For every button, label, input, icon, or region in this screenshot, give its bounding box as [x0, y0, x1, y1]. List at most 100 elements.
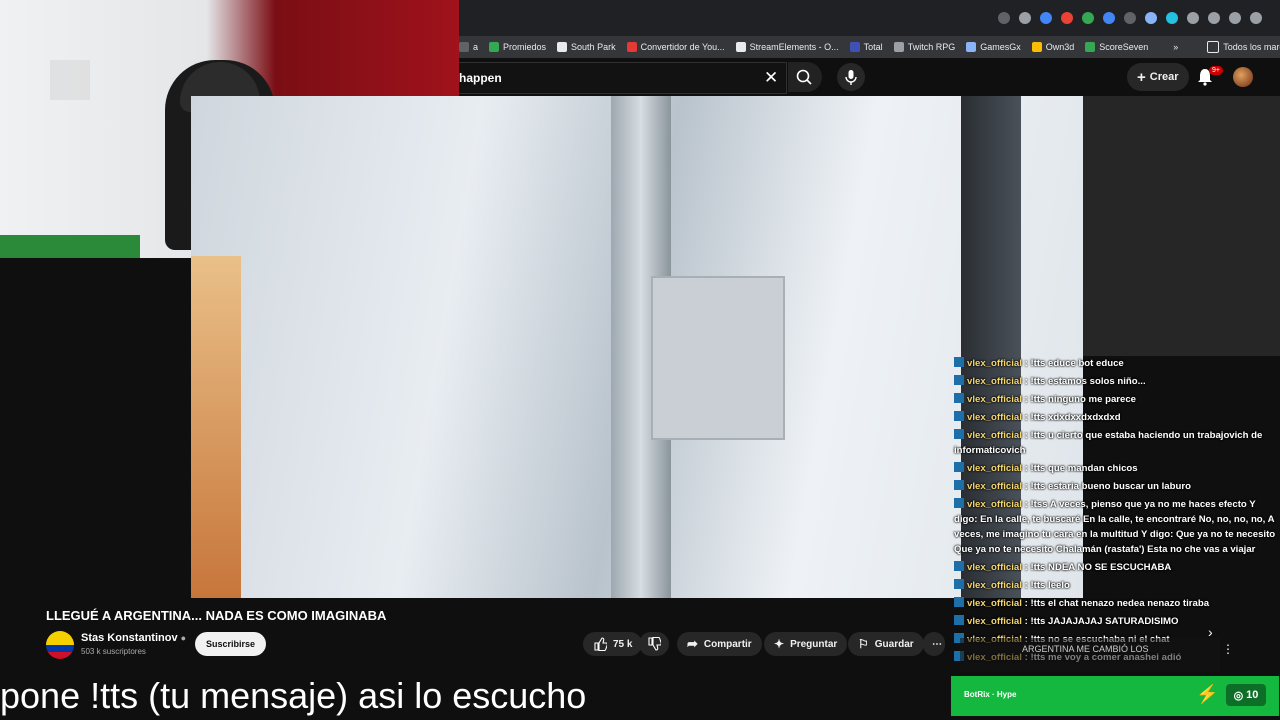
- coin-icon: ◎: [1233, 689, 1244, 702]
- chat-text: !tts leelo: [1030, 580, 1070, 591]
- bookmark-item[interactable]: GamesGx: [966, 42, 1021, 52]
- chat-badge-icon: [954, 462, 964, 472]
- bookmarks-overflow-icon[interactable]: »: [1173, 42, 1178, 52]
- chat-text: !tts que mandan chicos: [1030, 463, 1138, 474]
- browser-tab-strip: [459, 0, 1280, 36]
- puzzle-icon[interactable]: [1187, 12, 1199, 24]
- voice-search-button[interactable]: [837, 63, 865, 91]
- bookmark-label: Twitch RPG: [907, 42, 956, 52]
- folder-icon: [1207, 41, 1220, 53]
- chat-username: vlex_official: [967, 481, 1022, 492]
- bookmarks-bar: a Promiedos South Park Convertidor de You..…: [459, 36, 1280, 58]
- bookmark-item[interactable]: Own3d: [1031, 42, 1075, 52]
- extension-icon[interactable]: [1040, 12, 1052, 24]
- chat-username: vlex_official: [967, 499, 1022, 510]
- create-button[interactable]: + Crear: [1127, 63, 1189, 91]
- bookmark-item[interactable]: South Park: [557, 42, 616, 52]
- chat-message: vlex_official : !tts que mandan chicos: [954, 461, 1280, 476]
- bookmark-item[interactable]: Twitch RPG: [893, 42, 956, 52]
- chat-badge-icon: [954, 411, 964, 421]
- stream-subtitle-text: pone !tts (tu mensaje) asi lo escucho: [0, 675, 587, 716]
- extension-icon[interactable]: [1166, 12, 1178, 24]
- chat-badge-icon: [954, 393, 964, 403]
- save-label: Guardar: [874, 638, 914, 650]
- chat-badge-icon: [954, 429, 964, 439]
- profile-icon[interactable]: [1250, 12, 1262, 24]
- chat-message: vlex_official : !tts JAJAJAJAJ SATURADIS…: [954, 614, 1280, 629]
- bookmark-favicon-icon: [626, 42, 637, 52]
- bookmark-item[interactable]: StreamElements - O...: [735, 42, 839, 52]
- chat-badge-icon: [954, 597, 964, 607]
- bookmark-favicon-icon: [849, 42, 860, 52]
- all-bookmarks-folder[interactable]: Todos los marcadores: [1207, 41, 1280, 53]
- chat-text: !tts ninguno me parece: [1030, 394, 1137, 405]
- menu-icon[interactable]: [1229, 12, 1241, 24]
- plus-icon: +: [1137, 68, 1146, 86]
- chat-username: vlex_official: [967, 430, 1022, 441]
- chat-message: vlex_official : !tts estamos solos niño.…: [954, 374, 1280, 389]
- botrix-label: BotRix · Hype: [964, 690, 1017, 699]
- recommended-video-thumbnail[interactable]: ARGENTINA ME CAMBIÓ LOS › ⋮: [960, 624, 1234, 672]
- bookmark-favicon-icon: [557, 42, 568, 52]
- ask-button[interactable]: ✦ Preguntar: [764, 632, 848, 656]
- star-icon[interactable]: [1019, 12, 1031, 24]
- extension-icon[interactable]: [998, 12, 1010, 24]
- chevron-right-icon[interactable]: ›: [1208, 624, 1213, 640]
- chat-message: vlex_official : !tts ninguno me parece: [954, 392, 1280, 407]
- chat-text: !tts estaria bueno buscar un laburo: [1030, 481, 1191, 492]
- bookmark-item[interactable]: ScoreSeven: [1085, 42, 1148, 52]
- search-query: happen: [459, 71, 502, 85]
- dislike-button[interactable]: [639, 632, 669, 656]
- video-player[interactable]: [191, 96, 1083, 598]
- ask-label: Preguntar: [790, 638, 838, 650]
- thumbs-down-icon: [648, 637, 661, 651]
- bookmark-label: GamesGx: [980, 42, 1021, 52]
- more-icon: ⋯: [932, 638, 942, 650]
- channel-avatar[interactable]: [46, 631, 74, 659]
- extension-icon[interactable]: [1061, 12, 1073, 24]
- kebab-menu-icon[interactable]: ⋮: [1222, 642, 1234, 656]
- save-button[interactable]: ⚐ Guardar: [848, 632, 924, 656]
- side-panel: [1083, 96, 1280, 356]
- chat-text: !tts NDEA NO SE ESCUCHABA: [1030, 562, 1172, 573]
- extension-icon[interactable]: [1103, 12, 1115, 24]
- channel-name[interactable]: Stas Konstantinov ●: [81, 632, 186, 644]
- bookmark-item[interactable]: Total: [849, 42, 883, 52]
- chat-text: !tts xdxdxxdxdxdxd: [1030, 412, 1121, 423]
- chat-message: vlex_official : !tts NDEA NO SE ESCUCHAB…: [954, 560, 1280, 575]
- extension-icon[interactable]: [1124, 12, 1136, 24]
- clear-search-icon[interactable]: ✕: [764, 68, 778, 88]
- bookmark-item[interactable]: a: [459, 42, 478, 52]
- bookmark-favicon-icon: [1031, 42, 1042, 52]
- like-button[interactable]: 75 k: [583, 632, 643, 656]
- video-frame-ac-unit: [651, 276, 785, 440]
- video-frame-left-object: [191, 256, 241, 598]
- chat-badge-icon: [954, 357, 964, 367]
- bookmark-icon: ⚐: [858, 637, 869, 651]
- bookmark-item[interactable]: Convertidor de You...: [626, 42, 725, 52]
- bookmark-label: Own3d: [1045, 42, 1075, 52]
- more-actions-button[interactable]: ⋯: [923, 632, 945, 656]
- hype-points-badge: ◎ 10: [1226, 684, 1266, 706]
- chat-text: !tts JAJAJAJAJ SATURADISIMO: [1030, 616, 1179, 627]
- chat-username: vlex_official: [967, 412, 1022, 423]
- sidebar-icon[interactable]: [1208, 12, 1220, 24]
- bookmark-label: Convertidor de You...: [640, 42, 725, 52]
- account-avatar[interactable]: [1233, 67, 1253, 87]
- bookmark-favicon-icon: [489, 42, 500, 52]
- chat-username: vlex_official: [967, 616, 1022, 627]
- chat-text: !tts educe bot educe: [1030, 358, 1124, 369]
- chat-message: vlex_official : !tss A veces, pienso que…: [954, 497, 1280, 557]
- sparkle-icon: ✦: [774, 637, 785, 651]
- search-button[interactable]: [788, 62, 822, 92]
- chat-message: vlex_official : !tts xdxdxxdxdxdxd: [954, 410, 1280, 425]
- share-button[interactable]: ➦ Compartir: [677, 632, 762, 656]
- extension-icon[interactable]: [1082, 12, 1094, 24]
- extension-icon[interactable]: [1145, 12, 1157, 24]
- subscribe-button[interactable]: Suscribirse: [195, 632, 267, 656]
- chat-badge-icon: [954, 579, 964, 589]
- wall-poster: [50, 60, 90, 100]
- bookmark-item[interactable]: Promiedos: [489, 42, 546, 52]
- search-input[interactable]: happen ✕: [459, 62, 787, 94]
- chat-text: !tts estamos solos niño...: [1030, 376, 1146, 387]
